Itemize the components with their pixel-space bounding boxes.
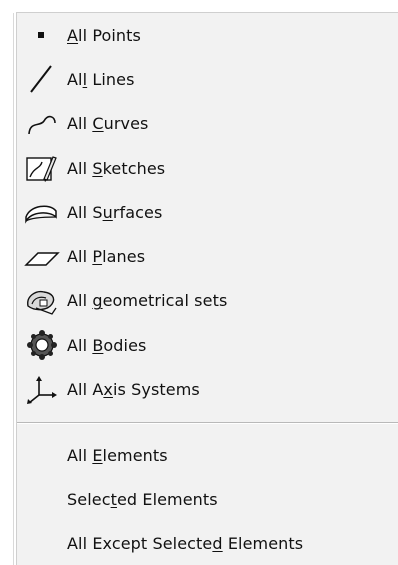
bodies-icon (22, 330, 62, 361)
sketch-icon (22, 153, 62, 183)
menu-item-label: All Elements (67, 446, 168, 466)
menu-item-label: All geometrical sets (67, 291, 228, 311)
menu-separator (17, 421, 398, 424)
menu-item-label: All Surfaces (67, 202, 163, 222)
menu-item-label: All Bodies (67, 335, 147, 355)
menu-item-selected-elements[interactable]: Selected Elements (17, 478, 398, 522)
menu-item-label: All Sketches (67, 158, 166, 178)
axis-system-icon (22, 375, 62, 405)
menu-item-label: All Axis Systems (67, 380, 200, 400)
menu-item-all-except-selected-elements[interactable]: All Except Selected Elements (17, 522, 398, 565)
line-icon (22, 64, 62, 94)
menu-item-all-curves[interactable]: All Curves (17, 102, 398, 146)
menu-item-label: All Points (67, 25, 141, 45)
point-icon (22, 20, 62, 50)
menu-item-all-points[interactable]: All Points (17, 13, 398, 57)
menu-item-label: All Except Selected Elements (67, 534, 304, 554)
plane-icon (22, 242, 62, 272)
menu-item-all-axis-systems[interactable]: All Axis Systems (17, 367, 398, 411)
menu-item-all-geometrical-sets[interactable]: All geometrical sets (17, 279, 398, 323)
menu-item-label: All Planes (67, 247, 146, 267)
menu-item-all-sketches[interactable]: All Sketches (17, 146, 398, 190)
menu-item-all-planes[interactable]: All Planes (17, 234, 398, 278)
curve-icon (22, 109, 62, 139)
menu-item-all-lines[interactable]: All Lines (17, 57, 398, 101)
geometrical-set-icon (22, 286, 62, 316)
menu-item-label: All Lines (67, 69, 135, 89)
menu-item-all-bodies[interactable]: All Bodies (17, 323, 398, 367)
filter-context-menu: All Points All Lines All Curves All Sket… (13, 12, 398, 565)
surface-icon (22, 197, 62, 227)
menu-item-all-elements[interactable]: All Elements (17, 434, 398, 478)
menu-item-all-surfaces[interactable]: All Surfaces (17, 190, 398, 234)
menu-item-label: Selected Elements (67, 490, 218, 510)
menu-item-label: All Curves (67, 114, 149, 134)
